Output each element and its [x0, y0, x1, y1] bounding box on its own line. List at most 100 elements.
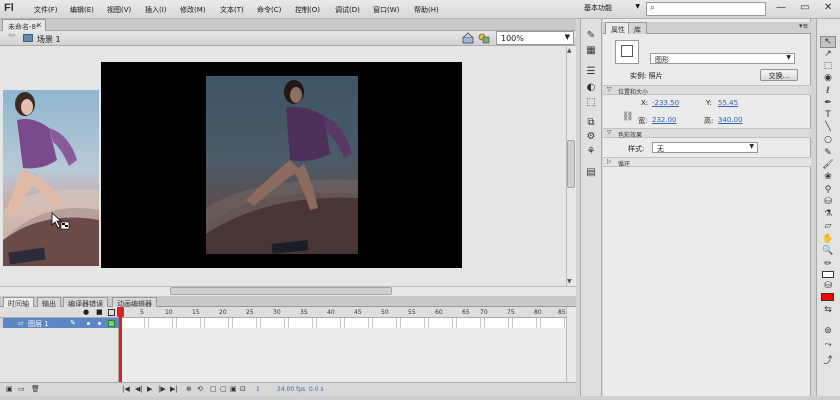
collapse-triangle-icon[interactable]: ▷ [607, 158, 612, 165]
menu-debug[interactable]: 调试(D) [335, 5, 360, 15]
paint-bucket-tool-icon[interactable]: ⛁ [820, 197, 836, 209]
tab-output[interactable]: 输出 [37, 297, 61, 308]
frames-row[interactable] [121, 318, 566, 328]
menu-file[interactable]: 文件(F) [34, 5, 58, 15]
tab-library[interactable]: 库 [628, 22, 647, 34]
help-search-input[interactable] [646, 2, 766, 16]
new-layer-icon[interactable]: ▣ [6, 385, 13, 393]
selection-tool-icon[interactable]: ↖ [820, 36, 836, 48]
go-to-first-frame-icon[interactable]: |◀ [122, 385, 130, 393]
modify-markers-icon[interactable]: ⊡ [240, 385, 246, 393]
text-tool-icon[interactable]: T [820, 110, 836, 122]
tab-compiler-errors[interactable]: 编译器错误 [63, 297, 108, 308]
library-icon[interactable]: ▤ [584, 167, 598, 179]
maximize-icon[interactable]: ▭ [800, 2, 809, 13]
minimize-icon[interactable]: — [776, 2, 786, 13]
motion-presets-icon[interactable]: ⚘ [584, 146, 598, 158]
edit-symbol-icon[interactable] [478, 32, 490, 44]
section-color-effect[interactable]: 色彩效果 [603, 128, 811, 139]
playhead[interactable] [119, 307, 122, 384]
photo-original-instance[interactable] [3, 90, 99, 266]
section-loop[interactable]: 循环 [603, 157, 811, 168]
onion-skin-outline-icon[interactable]: ▢ [220, 385, 227, 393]
scroll-down-icon[interactable]: ▼ [567, 278, 572, 285]
stroke-color-swatch[interactable] [822, 271, 834, 278]
line-tool-icon[interactable]: ╲ [820, 122, 836, 134]
color-panel-icon[interactable]: ✎ [584, 30, 598, 42]
delete-layer-icon[interactable]: 🗑 [31, 385, 40, 393]
menu-control[interactable]: 控制(O) [295, 5, 320, 15]
menu-commands[interactable]: 命令(C) [257, 5, 281, 15]
align-icon[interactable]: ☰ [584, 66, 598, 78]
back-arrow-icon[interactable]: ⇦ [8, 31, 16, 41]
zoom-tool-icon[interactable]: 🔍 [820, 246, 836, 258]
edit-scene-icon[interactable] [462, 32, 474, 44]
scene-label[interactable]: 场景 1 [37, 34, 61, 45]
height-value[interactable]: 340.00 [718, 116, 743, 124]
tab-timeline[interactable]: 时间轴 [3, 297, 34, 308]
menu-view[interactable]: 视图(V) [107, 5, 131, 15]
scroll-up-icon[interactable]: ▲ [567, 47, 572, 54]
menu-help[interactable]: 帮助(H) [414, 5, 439, 15]
stage-vertical-scroll-thumb[interactable] [567, 140, 575, 188]
swap-button[interactable]: 交换... [760, 69, 798, 81]
swap-colors-icon[interactable]: ⇆ [820, 305, 836, 317]
menu-insert[interactable]: 插入(I) [145, 5, 167, 15]
photo-instance[interactable] [206, 76, 358, 254]
go-to-last-frame-icon[interactable]: ▶| [170, 385, 178, 393]
step-forward-icon[interactable]: |▶ [158, 385, 166, 393]
workspace-switcher[interactable]: 基本功能 ▼ [584, 3, 640, 15]
close-icon[interactable]: × [36, 21, 42, 29]
edit-multiple-frames-icon[interactable]: ▣ [230, 385, 237, 393]
oval-tool-icon[interactable]: ○ [820, 135, 836, 147]
panel-menu-icon[interactable]: ▾≡ [799, 22, 808, 30]
brush-tool-icon[interactable]: 🖌 [820, 160, 836, 172]
onion-skin-icon[interactable]: ▢ [210, 385, 217, 393]
playhead-handle[interactable] [117, 307, 124, 317]
fill-color-swatch[interactable] [821, 293, 834, 301]
instance-type-select[interactable]: 图形 ▼ [650, 53, 795, 64]
tab-motion-editor[interactable]: 动画编辑器 [112, 297, 157, 308]
subselection-tool-icon[interactable]: ↗ [820, 49, 836, 61]
menu-text[interactable]: 文本(T) [220, 5, 244, 15]
hand-tool-icon[interactable]: ✋ [820, 234, 836, 246]
step-back-icon[interactable]: ◀| [135, 385, 143, 393]
new-folder-icon[interactable]: ▭ [18, 385, 25, 393]
code-snippets-icon[interactable]: ⧉ [584, 117, 598, 129]
smooth-icon[interactable]: ⤳ [820, 340, 836, 352]
link-icon[interactable]: ⛓ [622, 112, 633, 122]
expand-triangle-icon[interactable]: ▽ [607, 129, 612, 136]
close-icon[interactable]: ✕ [824, 2, 832, 13]
pencil-tool-icon[interactable]: ✎ [820, 148, 836, 160]
free-transform-tool-icon[interactable]: ⬚ [820, 61, 836, 73]
menu-edit[interactable]: 编辑(E) [70, 5, 94, 15]
y-value[interactable]: 55.45 [718, 99, 738, 107]
transform-icon[interactable]: ⬚ [584, 97, 598, 109]
timeline-vertical-scrollbar[interactable] [566, 307, 576, 382]
layer-visibility-dot[interactable] [87, 322, 90, 325]
x-value[interactable]: -233.50 [652, 99, 679, 107]
layer-lock-dot[interactable] [98, 322, 101, 325]
menu-modify[interactable]: 修改(M) [180, 5, 206, 15]
lock-icon[interactable]: ■ [96, 308, 103, 316]
expand-triangle-icon[interactable]: ▽ [607, 86, 612, 93]
menu-window[interactable]: 窗口(W) [373, 5, 399, 15]
outline-icon[interactable] [108, 309, 115, 316]
snap-to-objects-icon[interactable]: ⊚ [820, 326, 836, 338]
eraser-tool-icon[interactable]: ▱ [820, 221, 836, 233]
deco-tool-icon[interactable]: ❀ [820, 172, 836, 184]
eye-icon[interactable]: ● [83, 308, 89, 316]
lasso-tool-icon[interactable]: ℓ [820, 86, 836, 98]
frame-rate[interactable]: 24.00 fps [277, 386, 305, 393]
swatches-icon[interactable]: ▦ [584, 45, 598, 57]
color-style-select[interactable]: 无 ▼ [652, 142, 758, 153]
fill-color-icon[interactable]: ⛁ [820, 281, 836, 293]
pen-tool-icon[interactable]: ✒ [820, 98, 836, 110]
width-value[interactable]: 232.00 [652, 116, 677, 124]
stroke-color-icon[interactable]: ✏ [820, 259, 836, 271]
layer-outline-color[interactable] [108, 320, 115, 327]
section-position-size[interactable]: 位置和大小 [603, 85, 811, 96]
components-icon[interactable]: ⚙ [584, 131, 598, 143]
bone-tool-icon[interactable]: ⚲ [820, 185, 836, 197]
zoom-select[interactable]: 100% ▼ [496, 31, 574, 45]
